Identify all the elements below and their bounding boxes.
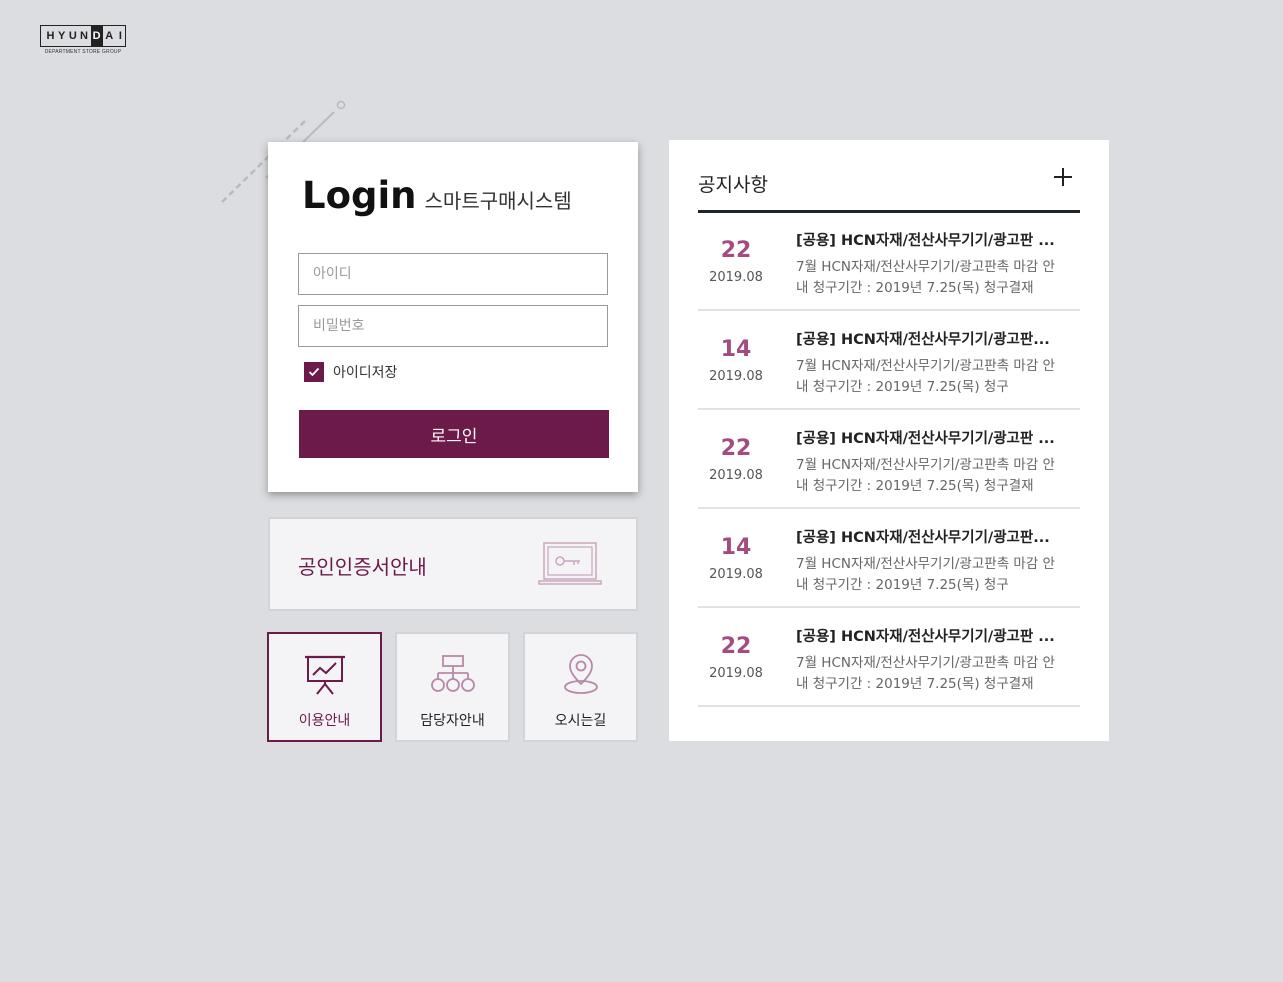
- remember-id-checkbox[interactable]: [304, 362, 324, 382]
- password-input[interactable]: [298, 305, 608, 347]
- notice-item-description: 7월 HCN자재/전산사무기기/광고판촉 마감 안내 청구기간 : 2019년 …: [796, 655, 1055, 692]
- notice-day: 14: [720, 535, 752, 560]
- notice-item-title[interactable]: [공용] HCN자재/전산사무기기/광고판 ...: [796, 625, 1066, 646]
- notice-item-title[interactable]: [공용] HCN자재/전산사무기기/광고판...: [796, 526, 1066, 547]
- logo-letter: Y: [57, 30, 66, 42]
- login-button[interactable]: 로그인: [299, 410, 609, 458]
- presentation-chart-icon: [304, 655, 345, 695]
- notice-item[interactable]: 22 2019.08 [공용] HCN자재/전산사무기기/광고판 ... 7월 …: [698, 212, 1080, 311]
- notice-item-title[interactable]: [공용] HCN자재/전산사무기기/광고판 ...: [796, 229, 1066, 250]
- login-heading: Login 스마트구매시스템: [302, 174, 572, 217]
- notice-year-month: 2019.08: [709, 468, 763, 483]
- logo-letter: H: [46, 30, 55, 42]
- check-icon: [308, 367, 320, 377]
- notice-year-month: 2019.08: [709, 369, 763, 384]
- user-id-input[interactable]: [298, 253, 608, 295]
- usage-guide-tile[interactable]: 이용안내: [267, 632, 382, 742]
- logo-letter: D: [90, 26, 103, 46]
- login-card: Login 스마트구매시스템 아이디저장 로그인: [268, 142, 638, 492]
- laptop-key-icon: [538, 542, 602, 585]
- login-title: Login: [302, 174, 417, 217]
- usage-guide-label: 이용안내: [298, 713, 351, 729]
- notice-item-description: 7월 HCN자재/전산사무기기/광고판촉 마감 안내 청구기간 : 2019년 …: [796, 556, 1055, 593]
- certificate-guide-button[interactable]: 공인인증서안내: [268, 517, 638, 611]
- logo-wordmark: H Y U N D A I: [40, 25, 126, 47]
- notice-item-description: 7월 HCN자재/전산사무기기/광고판촉 마감 안내 청구기간 : 2019년 …: [796, 457, 1055, 494]
- hyundai-logo: H Y U N D A I DEPARTMENT STORE GROUP: [40, 25, 126, 55]
- org-chart-icon: [430, 655, 475, 692]
- notice-item-description: 7월 HCN자재/전산사무기기/광고판촉 마감 안내 청구기간 : 2019년 …: [796, 259, 1055, 296]
- directions-label: 오시는길: [554, 713, 607, 729]
- logo-letter: U: [68, 30, 77, 42]
- plus-icon[interactable]: [1052, 166, 1074, 188]
- notice-item[interactable]: 22 2019.08 [공용] HCN자재/전산사무기기/광고판 ... 7월 …: [698, 410, 1080, 509]
- notice-day: 14: [720, 337, 752, 362]
- certificate-guide-label: 공인인증서안내: [298, 555, 427, 579]
- notice-year-month: 2019.08: [709, 666, 763, 681]
- notice-item[interactable]: 14 2019.08 [공용] HCN자재/전산사무기기/광고판... 7월 H…: [698, 311, 1080, 410]
- remember-id-label: 아이디저장: [333, 365, 398, 381]
- notice-header: 공지사항: [698, 166, 1080, 213]
- logo-letter: A: [105, 30, 114, 42]
- notice-year-month: 2019.08: [709, 270, 763, 285]
- notice-day: 22: [720, 238, 752, 263]
- contact-guide-label: 담당자안내: [420, 713, 485, 729]
- notice-item-title[interactable]: [공용] HCN자재/전산사무기기/광고판...: [796, 328, 1066, 349]
- notice-day: 22: [720, 436, 752, 461]
- notice-item-description: 7월 HCN자재/전산사무기기/광고판촉 마감 안내 청구기간 : 2019년 …: [796, 358, 1055, 395]
- location-pin-icon: [563, 654, 598, 694]
- remember-id-option[interactable]: 아이디저장: [304, 362, 397, 382]
- directions-tile[interactable]: 오시는길: [523, 632, 638, 742]
- notice-panel: 공지사항 22 2019.08 [공용] HCN자재/전산사무기기/광고판 ..…: [669, 140, 1109, 741]
- logo-letter: I: [118, 30, 122, 42]
- login-subtitle: 스마트구매시스템: [424, 189, 572, 213]
- notice-year-month: 2019.08: [709, 567, 763, 582]
- notice-list: 22 2019.08 [공용] HCN자재/전산사무기기/광고판 ... 7월 …: [698, 212, 1080, 707]
- logo-letter: N: [79, 30, 88, 42]
- logo-subtitle: DEPARTMENT STORE GROUP: [44, 49, 122, 55]
- notice-title: 공지사항: [698, 174, 768, 196]
- notice-item[interactable]: 14 2019.08 [공용] HCN자재/전산사무기기/광고판... 7월 H…: [698, 509, 1080, 608]
- notice-item[interactable]: 22 2019.08 [공용] HCN자재/전산사무기기/광고판 ... 7월 …: [698, 608, 1080, 707]
- notice-day: 22: [720, 634, 752, 659]
- notice-item-title[interactable]: [공용] HCN자재/전산사무기기/광고판 ...: [796, 427, 1066, 448]
- contact-guide-tile[interactable]: 담당자안내: [395, 632, 510, 742]
